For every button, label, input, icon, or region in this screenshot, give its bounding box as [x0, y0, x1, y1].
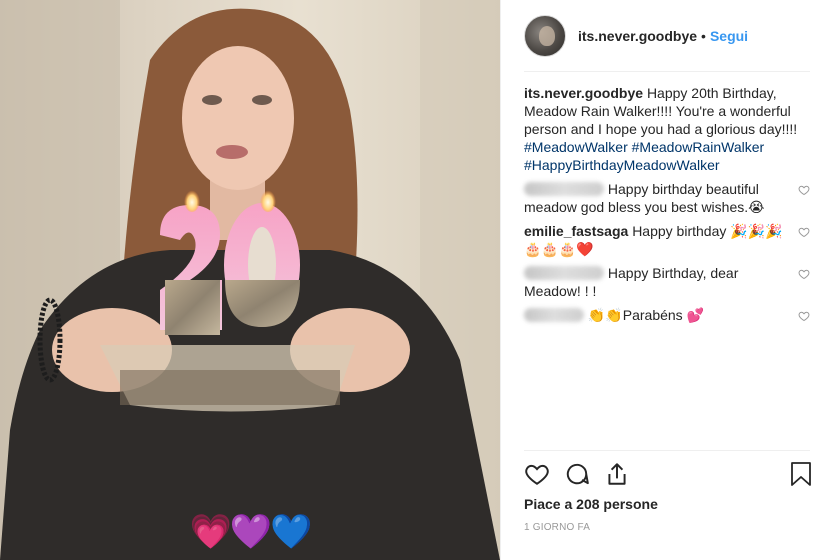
heart-icon[interactable]: [524, 461, 550, 487]
blurred-username[interactable]: [524, 308, 584, 322]
comment-item: Happy Birthday, dear Meadow! ! !: [524, 264, 810, 300]
header-separator: •: [701, 28, 706, 44]
photo-overlay-emojis: 💗💜💙: [189, 512, 312, 552]
follow-button[interactable]: Segui: [710, 28, 748, 44]
header-username[interactable]: its.never.goodbye: [578, 28, 697, 44]
comment-like-heart-icon[interactable]: [798, 310, 810, 322]
post-header: its.never.goodbye • Segui: [501, 0, 827, 72]
comment-item: emilie_fastsaga Happy birthday 🎉🎉🎉🎂🎂🎂❤️: [524, 222, 810, 258]
caption: its.never.goodbye Happy 20th Birthday, M…: [524, 84, 810, 174]
post-timestamp[interactable]: 1 GIORNO FA: [524, 522, 590, 533]
comment-like-heart-icon[interactable]: [798, 184, 810, 196]
caption-hashtags[interactable]: #MeadowWalker #MeadowRainWalker #HappyBi…: [524, 138, 810, 174]
photo-illustration: [0, 0, 500, 560]
comment-like-heart-icon[interactable]: [798, 226, 810, 238]
comments-list: its.never.goodbye Happy 20th Birthday, M…: [524, 84, 810, 324]
bookmark-icon[interactable]: [790, 461, 812, 487]
post-photo[interactable]: 💗💜💙: [0, 0, 500, 560]
actions-divider: [524, 450, 810, 451]
comment-item: Happy birthday beautiful meadow god bles…: [524, 180, 810, 216]
share-icon[interactable]: [604, 461, 630, 487]
blurred-username[interactable]: [524, 266, 604, 280]
avatar[interactable]: [524, 15, 566, 57]
caption-username[interactable]: its.never.goodbye: [524, 85, 643, 101]
comment-text: 👏👏Parabéns 💕: [587, 307, 705, 323]
post-side-panel: its.never.goodbye • Segui its.never.good…: [500, 0, 827, 560]
comment-item: 👏👏Parabéns 💕: [524, 306, 810, 324]
action-bar: [524, 461, 812, 489]
likes-count[interactable]: Piace a 208 persone: [524, 496, 658, 512]
header-divider: [524, 71, 810, 72]
comment-username[interactable]: emilie_fastsaga: [524, 223, 628, 239]
instagram-post: 💗💜💙 its.never.goodbye • Segui its.never.…: [0, 0, 827, 560]
comment-icon[interactable]: [564, 461, 590, 487]
comment-like-heart-icon[interactable]: [798, 268, 810, 280]
blurred-username[interactable]: [524, 182, 604, 196]
